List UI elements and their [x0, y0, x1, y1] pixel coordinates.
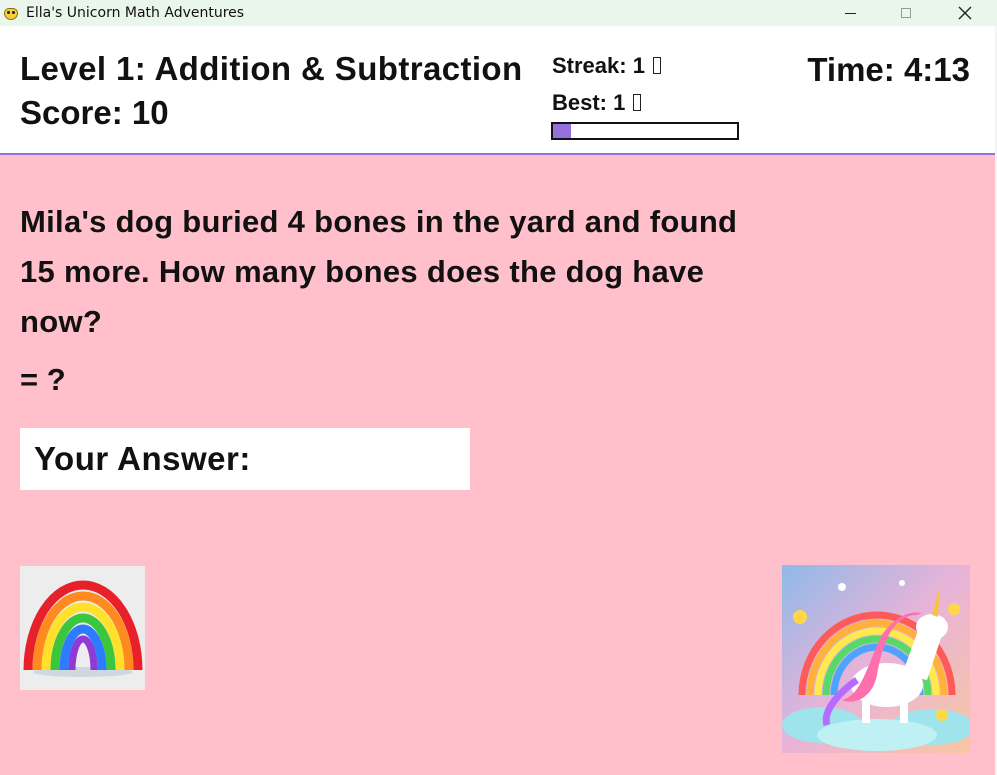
equation-text: = ?: [20, 362, 66, 397]
pygame-snake-icon: [3, 5, 19, 21]
streak-progress-bar: [551, 122, 739, 140]
window-title-bar: Ella's Unicorn Math Adventures: [0, 0, 997, 26]
minimize-button[interactable]: [821, 0, 879, 26]
best-label: Best: 1: [552, 90, 626, 115]
rainbow-icon: [23, 580, 143, 677]
level-title: Level 1: Addition & Subtraction: [20, 50, 523, 87]
answer-input[interactable]: [260, 436, 667, 482]
streak-progress-fill: [553, 124, 572, 138]
unicorn-image: [782, 565, 970, 753]
rainbow-image: [20, 566, 145, 690]
close-icon: [958, 6, 972, 20]
window-title: Ella's Unicorn Math Adventures: [26, 5, 245, 21]
fire-icon: [653, 57, 662, 74]
timer-display: Time: 4:13: [807, 51, 970, 88]
header-divider: [0, 153, 995, 155]
maximize-button[interactable]: [877, 0, 935, 26]
streak-display: Streak: 1: [552, 53, 662, 79]
game-header: [0, 26, 995, 153]
best-display: Best: 1: [552, 90, 642, 116]
maximize-icon: [901, 8, 911, 18]
close-button[interactable]: [936, 0, 994, 26]
answer-label: Your Answer:: [34, 440, 251, 477]
score-display: Score: 10: [20, 94, 169, 131]
minimize-icon: [844, 12, 856, 14]
trophy-icon: [633, 94, 642, 111]
streak-label: Streak: 1: [552, 53, 645, 78]
question-text: Mila's dog buried 4 bones in the yard an…: [20, 204, 738, 339]
answer-box[interactable]: Your Answer:: [20, 428, 667, 490]
unicorn-icon: [782, 565, 970, 753]
